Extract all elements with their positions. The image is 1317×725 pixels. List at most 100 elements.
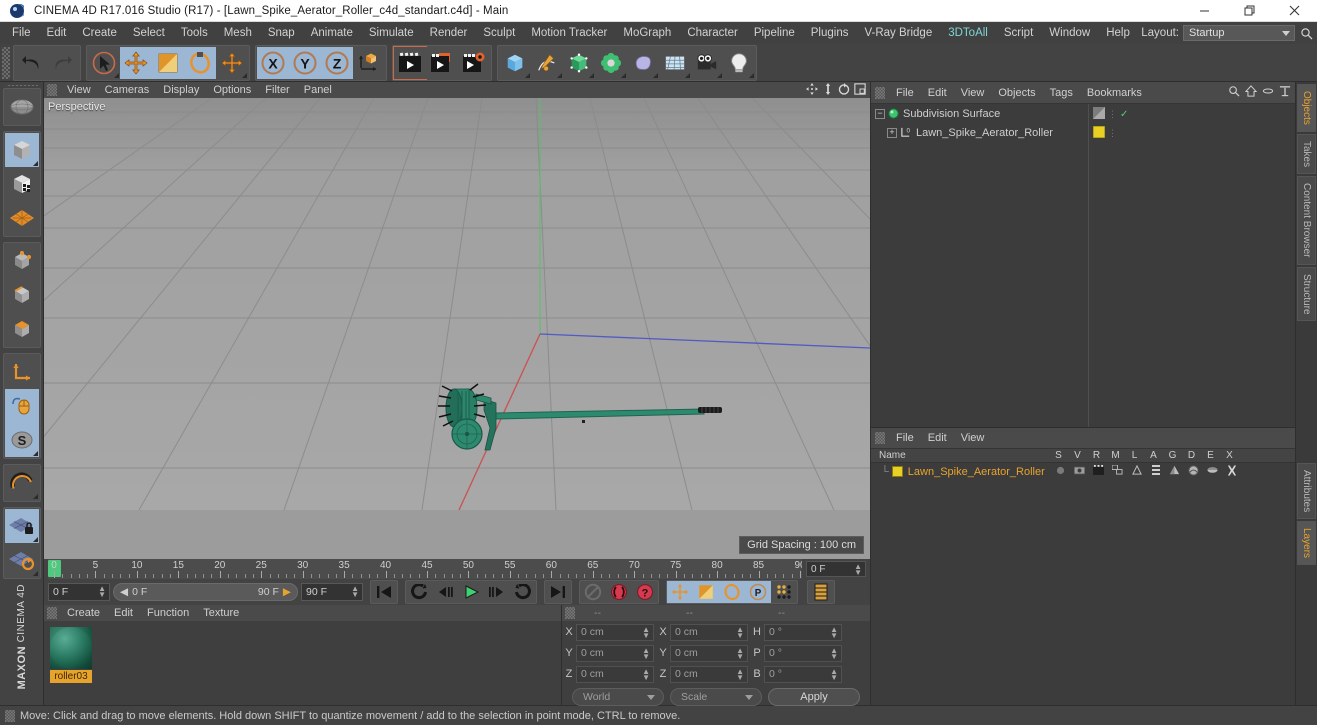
scale-button[interactable] <box>152 46 184 79</box>
layer-manager[interactable]: Name S V R M L A G D E X └ Lawn_Spike_Ae… <box>871 449 1295 705</box>
om-menu-bookmarks[interactable]: Bookmarks <box>1080 82 1149 104</box>
end-frame-field[interactable]: 90 F ▲ ▼ <box>301 583 363 601</box>
layer-toggle-l[interactable] <box>1127 464 1146 478</box>
key-parameter-button[interactable]: P <box>745 581 771 603</box>
object-manager[interactable]: − Subdivision Surface + 0 Lawn_Spike_Aer… <box>871 104 1295 427</box>
layer-toggle-x[interactable] <box>1222 465 1241 479</box>
menu-vray-bridge[interactable]: V-Ray Bridge <box>856 22 940 44</box>
preview-range-slider[interactable]: ◀ 0 F 90 F ▶ <box>113 583 298 601</box>
lm-menu-edit[interactable]: Edit <box>921 427 954 449</box>
object-tags-roller[interactable]: ⋮ <box>1092 125 1117 141</box>
menu-tools[interactable]: Tools <box>173 22 216 44</box>
add-cube-button[interactable] <box>499 46 531 79</box>
tab-layers[interactable]: Layers <box>1297 521 1316 566</box>
spinner-icon[interactable]: ▲ ▼ <box>830 646 838 660</box>
menu-file[interactable]: File <box>4 22 39 44</box>
rotate-button[interactable] <box>184 46 216 79</box>
layer-toggle-g[interactable] <box>1165 465 1184 479</box>
layout-dropdown[interactable]: Startup <box>1183 25 1295 41</box>
timeline-frame-field[interactable]: 0 F ▲ ▼ <box>806 561 866 577</box>
perspective-viewport[interactable]: Y X Z Perspective Grid Spacing : 100 cm <box>44 98 870 559</box>
coordinate-system-dropdown[interactable]: World <box>572 688 664 706</box>
layer-toggle-d[interactable] <box>1184 464 1203 479</box>
coord-input-size-y[interactable]: 0 cm ▲ ▼ <box>670 644 748 662</box>
coord-input-rot-b[interactable]: 0 ° ▲ ▼ <box>764 665 842 683</box>
spinner-icon[interactable]: ▲ ▼ <box>736 646 744 660</box>
workplane-align-button[interactable] <box>4 542 39 577</box>
material-manager-grip[interactable] <box>47 607 57 619</box>
om-menu-view[interactable]: View <box>954 82 992 104</box>
visible-check-icon[interactable]: ✓ <box>1120 109 1128 120</box>
render-view-button[interactable] <box>393 45 427 80</box>
viewport-menu-panel[interactable]: Panel <box>297 82 339 98</box>
polygons-mode-button[interactable] <box>4 311 39 346</box>
live-selection-button[interactable] <box>88 46 120 79</box>
add-modeling-object-button[interactable] <box>595 46 627 79</box>
layer-toggle-a[interactable] <box>1146 464 1165 479</box>
range-left-arrow-icon[interactable]: ◀ <box>120 586 128 598</box>
left-palette-grip[interactable] <box>5 85 38 86</box>
transform-mode-dropdown[interactable]: Scale <box>670 688 762 706</box>
material-preview-swatch[interactable] <box>50 627 92 669</box>
home-icon[interactable] <box>1244 85 1258 100</box>
om-menu-objects[interactable]: Objects <box>991 82 1042 104</box>
move-button[interactable] <box>120 46 152 79</box>
layer-toggle-v[interactable] <box>1070 465 1089 478</box>
menu-snap[interactable]: Snap <box>260 22 303 44</box>
search-icon[interactable] <box>1295 27 1317 40</box>
material-manager-body[interactable]: roller03 <box>44 621 561 705</box>
go-to-previous-key-button[interactable] <box>406 581 432 603</box>
status-bar-grip[interactable] <box>5 709 15 722</box>
spinner-icon[interactable]: ▲ ▼ <box>642 646 650 660</box>
play-button[interactable] <box>458 581 484 603</box>
object-axis-button[interactable] <box>4 354 39 389</box>
layer-row[interactable]: └ Lawn_Spike_Aerator_Roller <box>871 463 1295 480</box>
spinner-icon[interactable]: ▲ ▼ <box>351 585 359 599</box>
autokeying-button[interactable] <box>580 581 606 603</box>
undo-button[interactable] <box>15 46 47 79</box>
key-position-button[interactable] <box>667 581 693 603</box>
layer-toggle-r[interactable] <box>1089 465 1108 478</box>
layer-toggle-s[interactable] <box>1051 466 1070 478</box>
lm-menu-file[interactable]: File <box>889 427 921 449</box>
autokeying-toggle-button[interactable]: ? <box>632 581 658 603</box>
coord-input-pos-y[interactable]: 0 cm ▲ ▼ <box>576 644 654 662</box>
expand-collapse-icon[interactable]: + <box>887 127 897 138</box>
material-menu-edit[interactable]: Edit <box>107 605 140 621</box>
undo-view-button[interactable] <box>4 89 39 124</box>
tab-objects[interactable]: Objects <box>1297 84 1316 132</box>
timeline-track[interactable]: 0 5 10 15 20 25 30 35 40 45 50 55 60 65 70 75 80 85 90 <box>48 559 802 579</box>
minimize-button[interactable] <box>1182 0 1227 22</box>
enable-snapping-button[interactable]: S <box>4 422 39 457</box>
step-back-button[interactable] <box>432 581 458 603</box>
ellipsis-icon[interactable] <box>1262 85 1274 100</box>
menu-character[interactable]: Character <box>679 22 746 44</box>
tab-structure[interactable]: Structure <box>1297 266 1316 322</box>
layer-manager-grip[interactable] <box>875 432 885 444</box>
material-menu-function[interactable]: Function <box>140 605 196 621</box>
close-button[interactable] <box>1272 0 1317 22</box>
coordinates-grip[interactable] <box>565 607 575 619</box>
add-camera-button[interactable] <box>691 46 723 79</box>
viewport-grip[interactable] <box>47 84 57 96</box>
coord-input-rot-p[interactable]: 0 ° ▲ ▼ <box>764 644 842 662</box>
add-spline-button[interactable] <box>531 46 563 79</box>
menu-mograph[interactable]: MoGraph <box>615 22 679 44</box>
menu-script[interactable]: Script <box>996 22 1041 44</box>
apply-button[interactable]: Apply <box>768 688 860 706</box>
spinner-icon[interactable]: ▲ ▼ <box>98 585 106 599</box>
menu-sculpt[interactable]: Sculpt <box>475 22 523 44</box>
checker-tag-icon[interactable] <box>1093 107 1105 122</box>
om-menu-tags[interactable]: Tags <box>1043 82 1080 104</box>
menu-mesh[interactable]: Mesh <box>216 22 260 44</box>
spinner-icon[interactable]: ▲ ▼ <box>854 563 862 577</box>
spinner-icon[interactable]: ▲ ▼ <box>736 667 744 681</box>
viewport-solo-button[interactable] <box>4 388 39 423</box>
om-menu-edit[interactable]: Edit <box>921 82 954 104</box>
menu-create[interactable]: Create <box>74 22 125 44</box>
search-icon[interactable] <box>1228 85 1240 100</box>
menu-edit[interactable]: Edit <box>39 22 75 44</box>
x-axis-button[interactable]: X <box>257 46 289 79</box>
object-tree[interactable]: − Subdivision Surface + 0 Lawn_Spike_Aer… <box>871 104 1128 427</box>
menu-help[interactable]: Help <box>1098 22 1138 44</box>
